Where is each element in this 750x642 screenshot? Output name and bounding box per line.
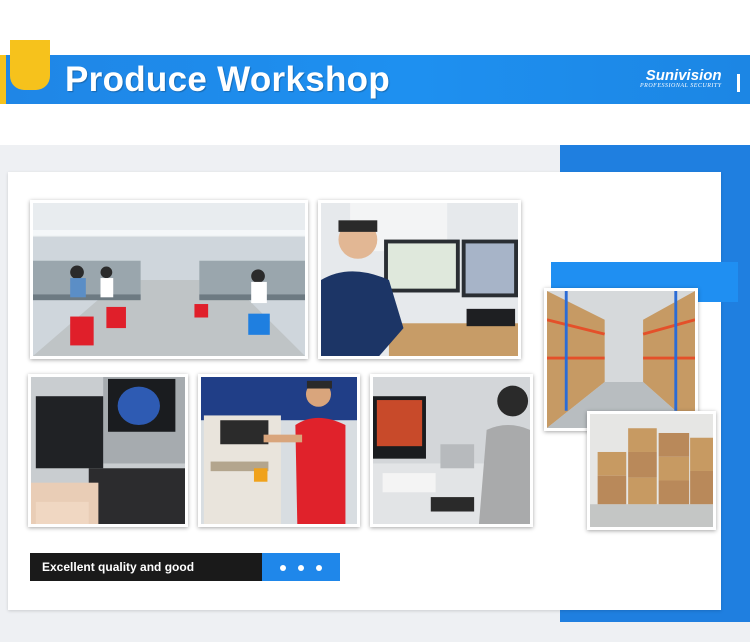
pager-dot[interactable] [316, 565, 322, 571]
warehouse-shelves-image [547, 291, 695, 428]
assembly-line-image [33, 203, 305, 356]
bottom-strip [0, 622, 750, 642]
boxed-products-image [590, 414, 713, 527]
photo-assembly-line [30, 200, 308, 359]
logo-divider [737, 74, 740, 92]
qc-workstation-image [373, 377, 530, 524]
page-title: Produce Workshop [65, 60, 391, 99]
aging-test-image [201, 377, 357, 524]
brand-logo: Sunivision PROFESSIONAL SECURITY [640, 68, 722, 89]
pager-dot[interactable] [298, 565, 304, 571]
photo-computer-operator [318, 200, 521, 359]
photo-boxed-products [587, 411, 716, 530]
computer-operator-image [321, 203, 518, 356]
brand-name: Sunivision [645, 67, 722, 84]
photo-warehouse-shelves [544, 288, 698, 431]
testing-machine-image [31, 377, 185, 524]
photo-qc-workstation [370, 374, 533, 527]
brand-tagline: PROFESSIONAL SECURITY [640, 83, 722, 89]
photo-aging-test [198, 374, 360, 527]
banner-accent-tab [10, 40, 50, 90]
pager-dot[interactable] [280, 565, 286, 571]
caption-label: Excellent quality and good performance [30, 553, 262, 602]
photo-testing-machine [28, 374, 188, 527]
banner-accent-stripe [0, 55, 6, 104]
